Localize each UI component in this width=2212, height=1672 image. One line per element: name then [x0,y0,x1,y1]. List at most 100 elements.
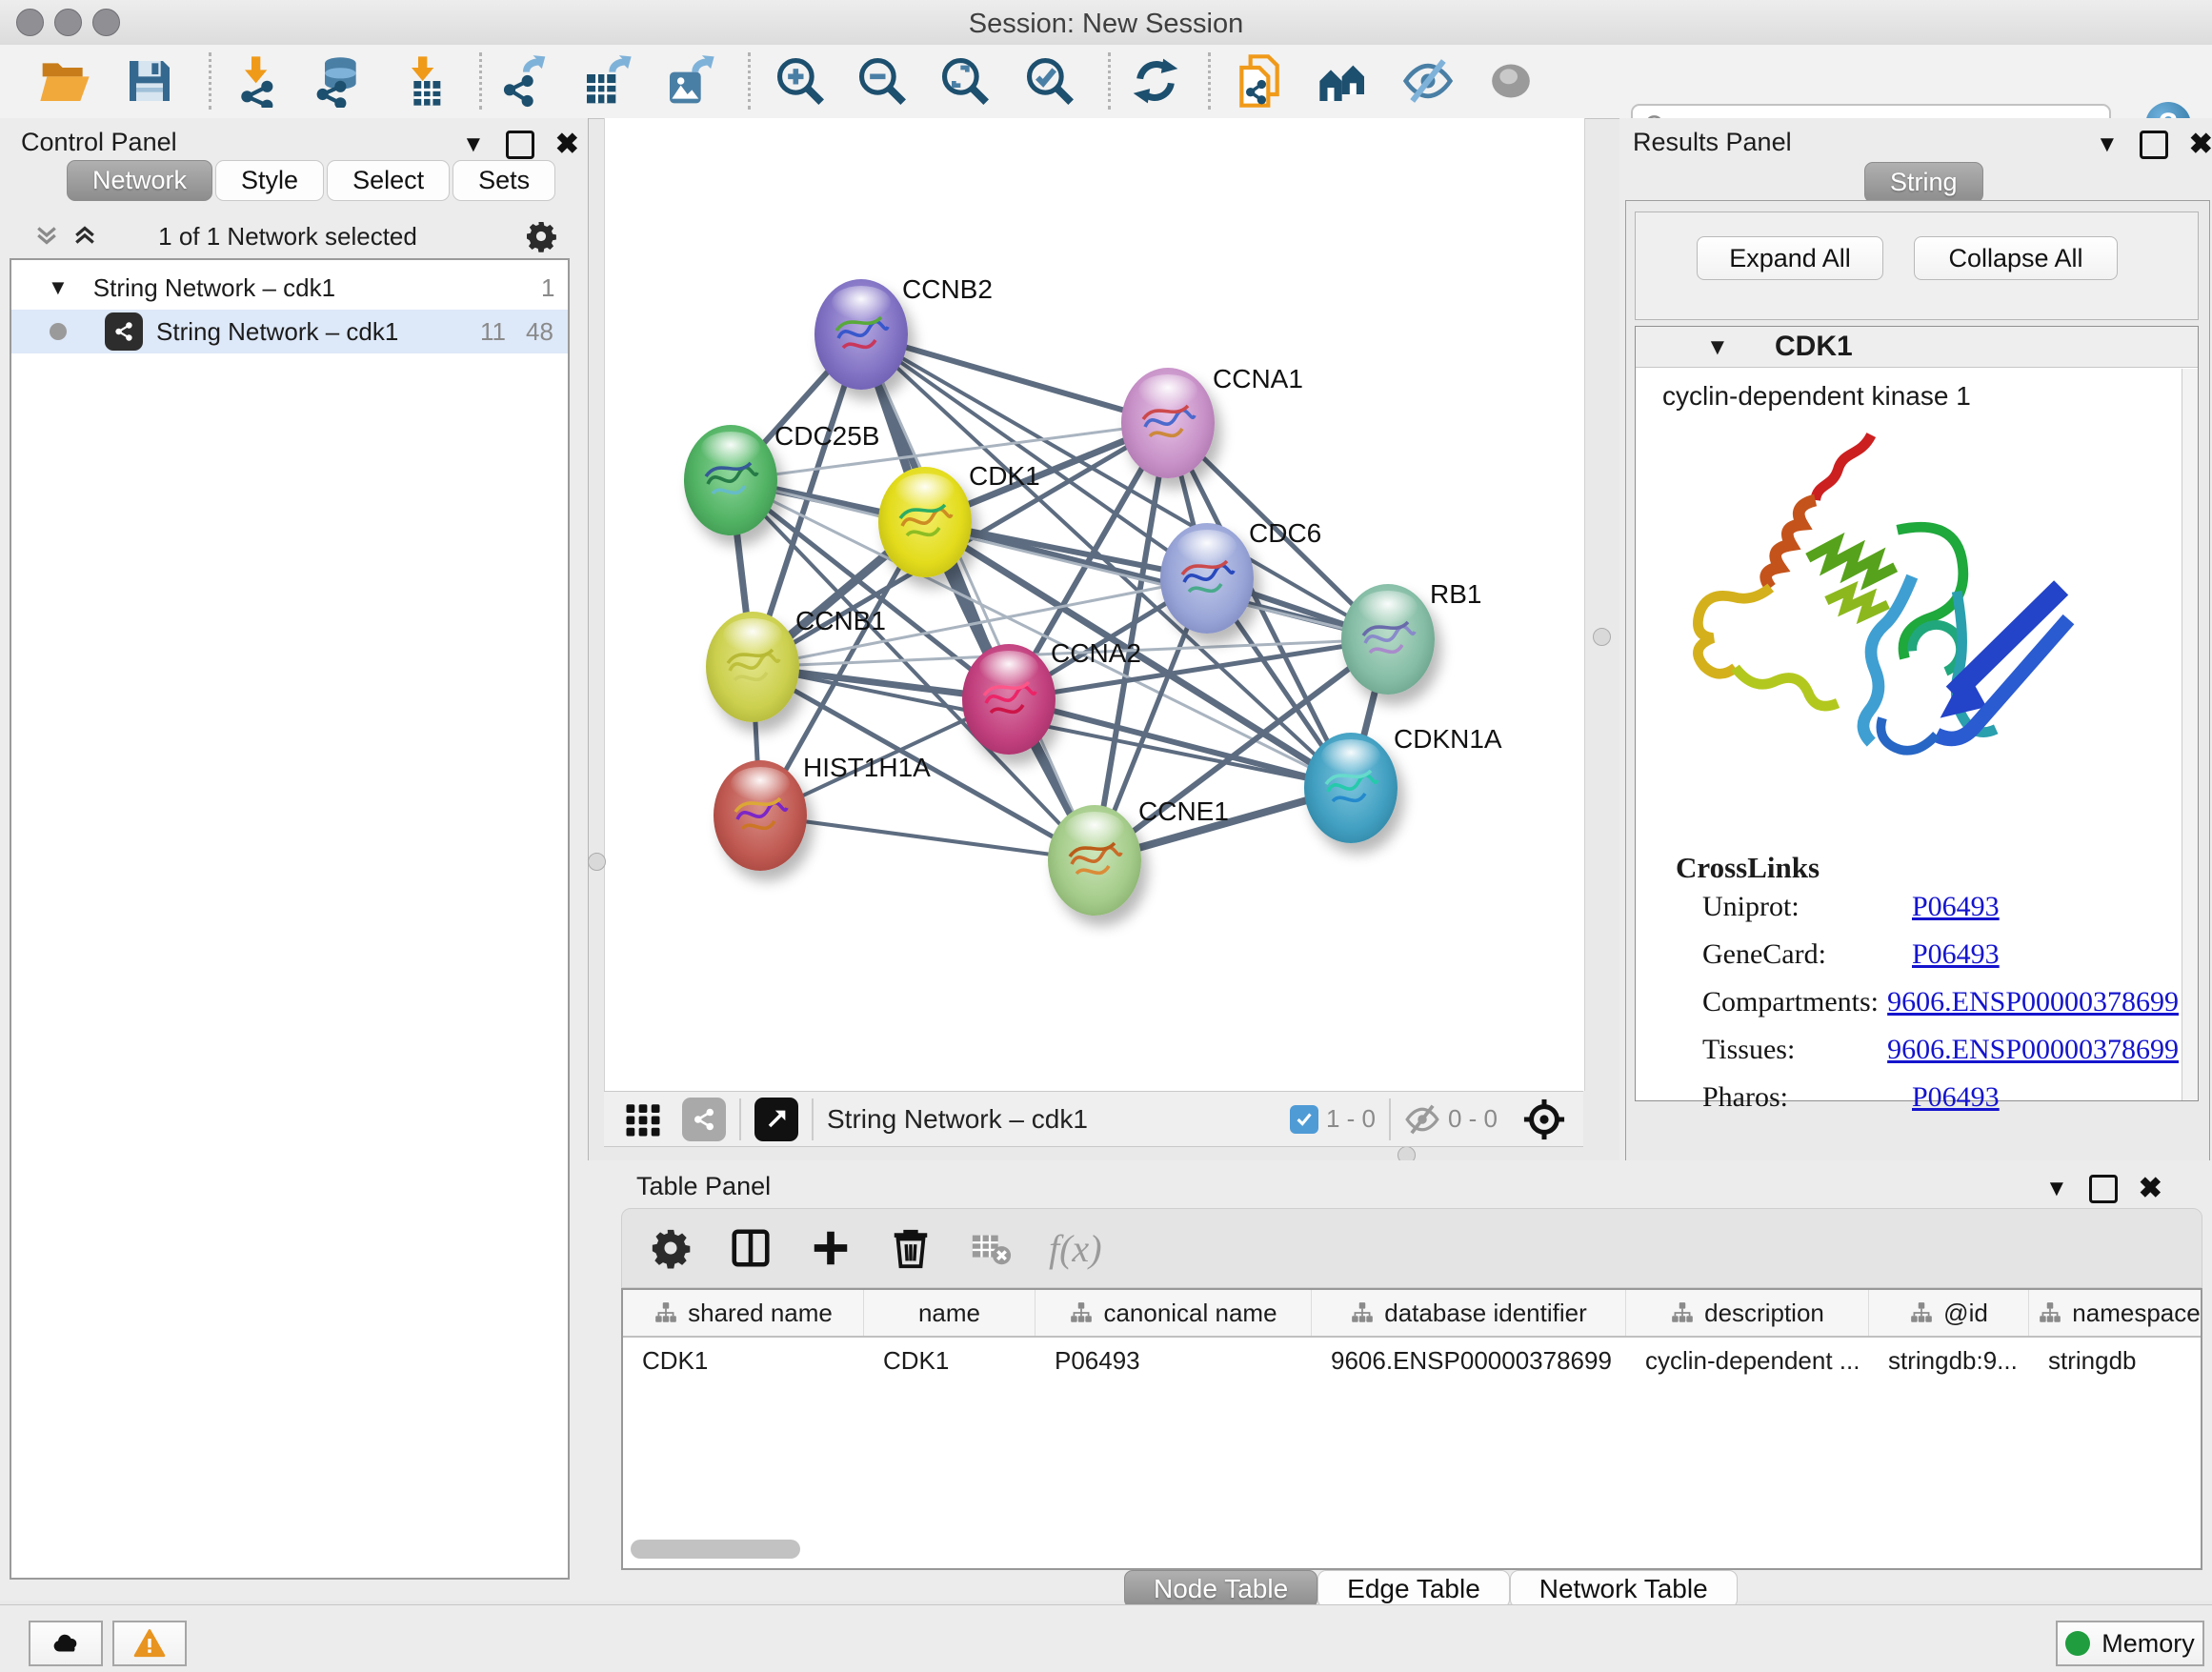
left-splitter-handle[interactable] [588,853,606,871]
crosslink-link[interactable]: 9606.ENSP00000378699 [1887,986,2179,1018]
tab-node-table[interactable]: Node Table [1124,1570,1317,1608]
node-highlight [1138,374,1198,408]
warnings-button[interactable] [112,1621,187,1666]
panel-menu-icon[interactable]: ▼ [2045,1176,2068,1202]
tree-expander-icon[interactable]: ▼ [48,275,69,300]
column-header-namespace[interactable]: namespace [2029,1290,2202,1336]
gene-section-header[interactable]: ▼ CDK1 [1636,327,2198,368]
panel-float-icon[interactable] [2140,131,2168,159]
zoom-selected-icon[interactable] [1023,54,1076,108]
network-row-selected[interactable]: String Network – cdk1 11 48 [11,310,568,353]
crosslink-label: Pharos: [1702,1081,1912,1114]
table-cell[interactable]: CDK1 [864,1338,1036,1383]
crosslink-link[interactable]: 9606.ENSP00000378699 [1887,1034,2179,1066]
show-all-icon[interactable] [1484,54,1538,108]
birds-eye-grid-icon[interactable] [623,1099,663,1139]
show-columns-icon[interactable] [729,1226,773,1270]
network-node-CCNA1[interactable] [1121,368,1215,478]
hide-selected-icon[interactable] [1401,54,1455,108]
column-header-canonical-name[interactable]: canonical name [1036,1290,1312,1336]
network-node-CCNB2[interactable] [814,279,908,390]
table-cell[interactable]: P06493 [1036,1338,1312,1383]
export-network-icon[interactable] [496,54,550,108]
network-options-gear-icon[interactable] [524,219,558,253]
network-node-CDKN1A[interactable] [1304,733,1398,843]
delete-column-icon[interactable] [889,1226,933,1270]
network-edge[interactable] [760,816,1095,860]
import-network-database-icon[interactable] [312,54,365,108]
panel-close-icon[interactable]: ✖ [2189,128,2212,161]
network-node-CCNB1[interactable] [706,612,799,722]
string-badge-icon[interactable] [682,1098,726,1141]
network-node-CDK1[interactable] [878,467,972,577]
tab-select[interactable]: Select [327,160,450,201]
table-row[interactable]: CDK1CDK1P064939606.ENSP00000378699cyclin… [623,1338,2201,1383]
network-canvas[interactable]: CCNB2CCNA1CDC25BCDK1CDC6RB1CCNB1CCNA2CDK… [604,118,1585,1091]
control-panel-controls: ▼ ✖ [462,128,579,161]
toolbar-separator [748,52,751,110]
export-image-icon[interactable] [663,54,716,108]
toolbar-separator [1208,52,1211,110]
network-node-CCNE1[interactable] [1048,805,1141,916]
open-in-window-icon[interactable] [754,1098,798,1141]
column-header-shared-name[interactable]: shared name [623,1290,864,1336]
import-network-file-icon[interactable] [231,54,285,108]
tab-string[interactable]: String [1864,162,1983,203]
network-node-CCNA2[interactable] [962,644,1056,755]
panel-menu-icon[interactable]: ▼ [2096,131,2119,158]
table-cell[interactable]: CDK1 [623,1338,864,1383]
panel-menu-icon[interactable]: ▼ [462,131,485,158]
network-node-RB1[interactable] [1341,584,1435,695]
zoom-fit-icon[interactable] [938,54,992,108]
zoom-in-icon[interactable] [774,54,827,108]
first-neighbors-icon[interactable] [1317,54,1371,108]
column-header-name[interactable]: name [864,1290,1036,1336]
crosslink-link[interactable]: P06493 [1912,891,2000,923]
tab-style[interactable]: Style [215,160,324,201]
table-cell[interactable]: cyclin-dependent ... [1626,1338,1869,1383]
network-collection-row[interactable]: ▼ String Network – cdk1 1 [11,266,568,310]
tab-network-table[interactable]: Network Table [1510,1570,1738,1608]
refresh-view-icon[interactable] [1129,54,1182,108]
panel-float-icon[interactable] [506,131,534,159]
export-table-icon[interactable] [580,54,633,108]
node-highlight [723,618,783,652]
tab-sets[interactable]: Sets [452,160,555,201]
import-table-icon[interactable] [398,54,452,108]
zoom-out-icon[interactable] [855,54,909,108]
network-node-CDC25B[interactable] [684,425,777,535]
cloud-status-button[interactable] [29,1621,103,1666]
tab-network[interactable]: Network [67,160,212,201]
crosslink-label: Tissues: [1702,1034,1887,1066]
memory-button[interactable]: Memory [2056,1621,2204,1666]
panel-float-icon[interactable] [2089,1175,2118,1203]
right-splitter-handle[interactable] [1593,628,1611,646]
table-options-gear-icon[interactable] [649,1226,693,1270]
results-vertical-scrollbar[interactable] [2182,369,2198,1100]
column-header-database-identifier[interactable]: database identifier [1312,1290,1626,1336]
table-cell[interactable]: 9606.ENSP00000378699 [1312,1338,1626,1383]
network-node-HIST1H1A[interactable] [714,760,807,871]
collapse-all-button[interactable]: Collapse All [1914,236,2118,280]
crosslink-link[interactable]: P06493 [1912,938,2000,971]
table-horizontal-scrollbar[interactable] [631,1540,800,1559]
panel-close-icon[interactable]: ✖ [2139,1172,2162,1205]
table-cell[interactable]: stringdb:9... [1869,1338,2029,1383]
panel-close-icon[interactable]: ✖ [555,128,579,161]
new-network-from-selection-icon[interactable] [1233,54,1286,108]
section-expander-icon[interactable]: ▼ [1706,334,1729,361]
selected-checkbox-icon[interactable] [1290,1105,1318,1134]
table-cell[interactable]: stringdb [2029,1338,2202,1383]
network-node-CDC6[interactable] [1160,523,1254,634]
expand-all-button[interactable]: Expand All [1697,236,1883,280]
collection-count: 1 [541,273,554,303]
column-header--id[interactable]: @id [1869,1290,2029,1336]
node-highlight [832,286,892,319]
tab-edge-table[interactable]: Edge Table [1317,1570,1510,1608]
save-session-icon[interactable] [123,54,176,108]
open-session-icon[interactable] [38,54,91,108]
crosslink-link[interactable]: P06493 [1912,1081,2000,1114]
column-header-description[interactable]: description [1626,1290,1869,1336]
fit-selected-crosshair-icon[interactable] [1522,1098,1566,1141]
create-column-icon[interactable] [809,1226,853,1270]
